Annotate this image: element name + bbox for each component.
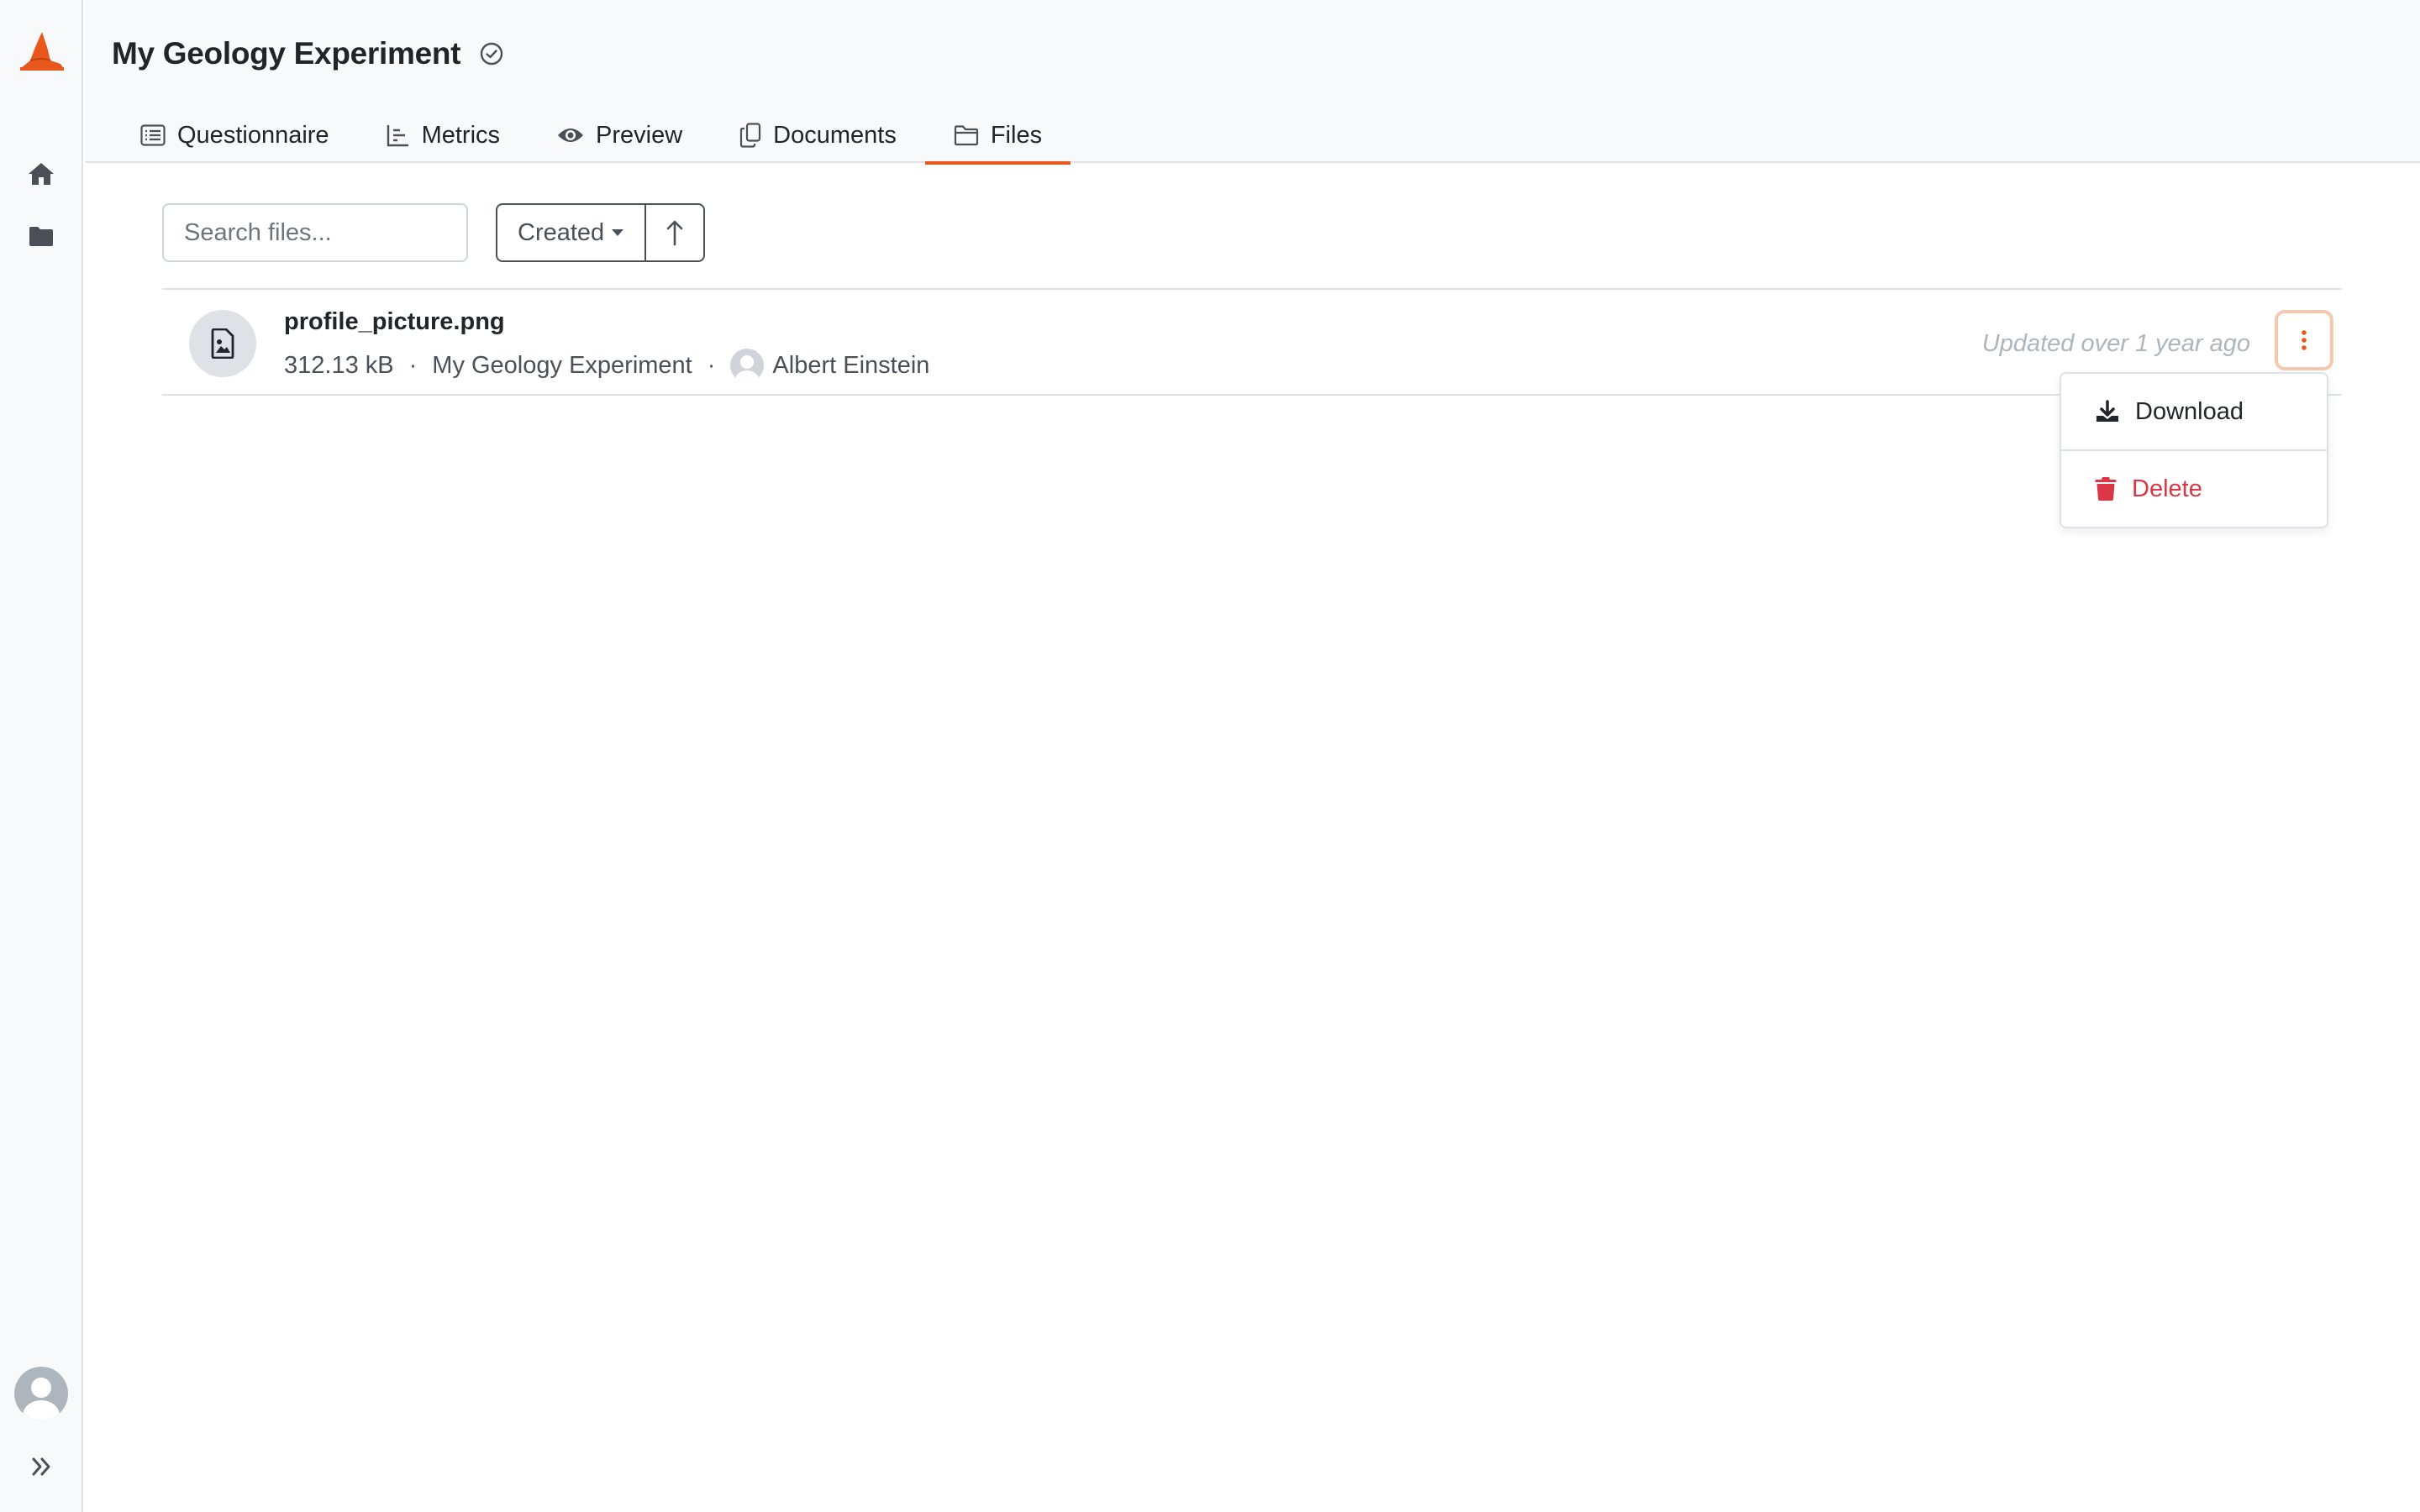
tab-preview[interactable]: Preview	[529, 108, 711, 163]
chart-icon	[387, 125, 408, 147]
separator-dot: ·	[707, 351, 716, 379]
owner-avatar	[730, 349, 765, 382]
tab-files[interactable]: Files	[924, 108, 1071, 165]
file-meta: 312.13 kB · My Geology Experiment · Albe…	[284, 349, 929, 382]
double-chevron-right-icon	[32, 1457, 50, 1476]
tab-bar: Questionnaire Metrics Preview Documents …	[112, 108, 1071, 165]
page-header: My Geology Experiment Questionnaire Metr	[85, 0, 2420, 165]
tab-label: Preview	[596, 121, 683, 149]
sidebar-item-projects[interactable]	[25, 220, 57, 252]
file-thumbnail	[189, 310, 256, 377]
copy-icon	[740, 123, 761, 148]
trash-icon	[2095, 477, 2117, 501]
file-size: 312.13 kB	[284, 351, 394, 379]
separator-dot: ·	[408, 351, 418, 379]
arrow-up-icon	[666, 220, 683, 246]
logo-icon[interactable]	[17, 29, 67, 76]
tab-label: Metrics	[421, 121, 501, 149]
menu-item-label: Delete	[2132, 475, 2202, 502]
search-files-input[interactable]	[162, 203, 468, 262]
title-row: My Geology Experiment	[112, 32, 504, 76]
sort-field-dropdown[interactable]: Created	[497, 205, 644, 260]
file-list: profile_picture.png 312.13 kB · My Geolo…	[162, 288, 2342, 396]
menu-item-delete[interactable]: Delete	[2061, 451, 2327, 527]
file-image-icon	[211, 328, 234, 359]
page-title: My Geology Experiment	[112, 36, 461, 71]
menu-item-download[interactable]: Download	[2061, 374, 2327, 449]
sort-control: Created	[496, 203, 706, 262]
file-actions-button[interactable]	[2275, 310, 2333, 370]
tab-label: Documents	[773, 121, 897, 149]
kebab-menu-icon	[2302, 330, 2307, 350]
caret-down-icon	[612, 229, 624, 236]
eye-icon	[558, 129, 584, 142]
file-updated-time: Updated over 1 year ago	[1981, 330, 2250, 357]
folder-icon	[954, 125, 978, 146]
folder-icon	[29, 227, 53, 246]
file-name[interactable]: profile_picture.png	[284, 308, 505, 336]
file-owner: Albert Einstein	[772, 351, 930, 379]
tab-label: Questionnaire	[177, 121, 329, 149]
sidebar-expand-button[interactable]	[27, 1452, 57, 1482]
tab-metrics[interactable]: Metrics	[358, 108, 529, 163]
tab-label: Files	[990, 121, 1043, 149]
file-actions-menu: Download Delete	[2060, 372, 2328, 528]
menu-item-label: Download	[2135, 397, 2244, 425]
sort-direction-button[interactable]	[644, 205, 703, 260]
sort-field-label: Created	[518, 218, 605, 246]
check-circle-icon[interactable]	[479, 41, 504, 66]
list-icon	[140, 124, 166, 146]
user-icon	[23, 1378, 60, 1420]
home-icon	[29, 163, 54, 185]
tab-questionnaire[interactable]: Questionnaire	[112, 108, 358, 163]
app: My Geology Experiment Questionnaire Metr	[0, 0, 2420, 1512]
user-icon	[735, 355, 760, 382]
tab-documents[interactable]: Documents	[711, 108, 925, 163]
user-avatar[interactable]	[14, 1367, 68, 1420]
download-icon	[2096, 400, 2118, 422]
sidebar	[0, 0, 83, 1512]
sidebar-item-home[interactable]	[25, 158, 57, 190]
file-project: My Geology Experiment	[432, 351, 692, 379]
